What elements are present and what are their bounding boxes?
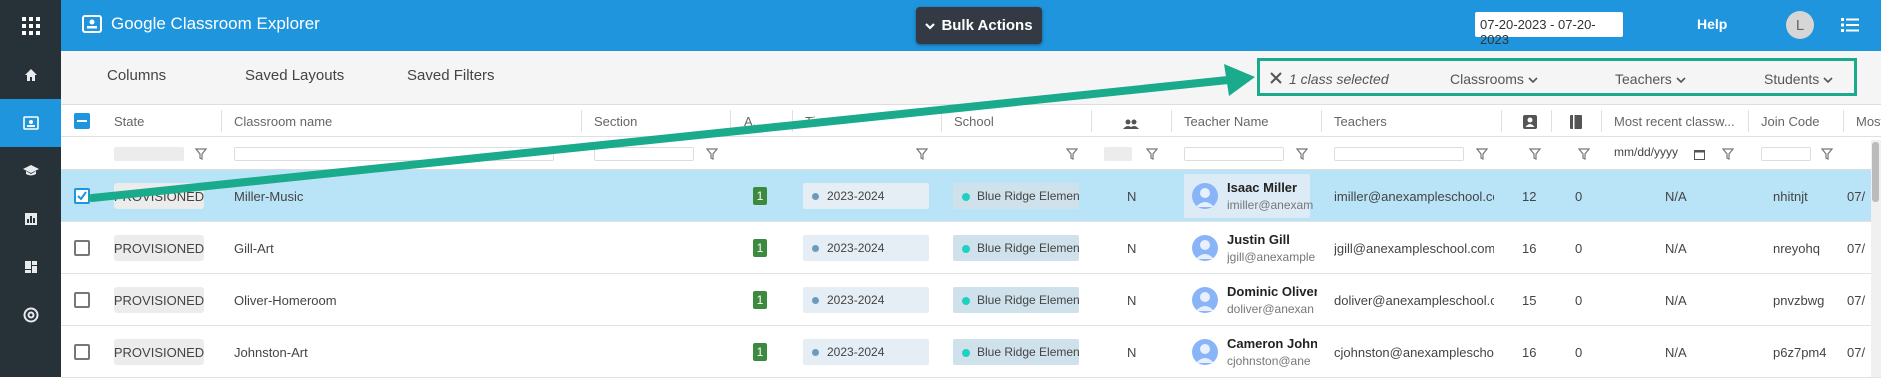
annotation-arrow: [88, 64, 1255, 202]
